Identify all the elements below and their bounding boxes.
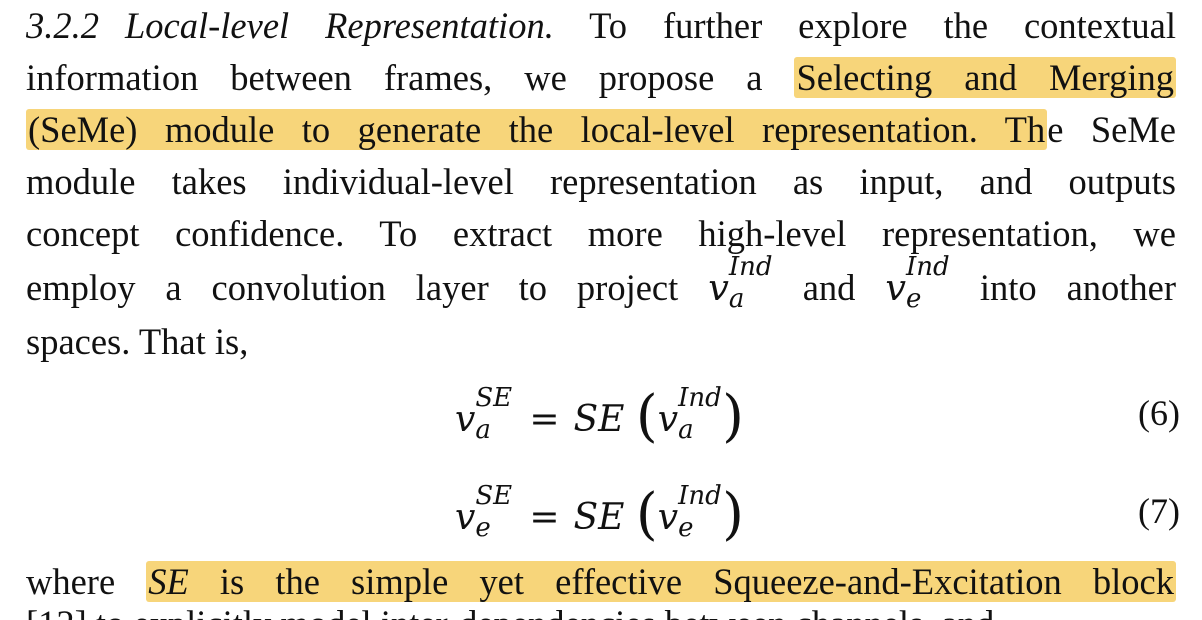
math-v-a-ind: v Ind a bbox=[708, 252, 773, 314]
para2-line1-pre: where bbox=[26, 561, 147, 602]
text-line-1: 3.2.2 Local-level Representation. To furt… bbox=[26, 0, 1176, 52]
highlight-span-1: Selecting and Merging bbox=[794, 57, 1176, 98]
para1-line4-text: module takes individual-level representa… bbox=[26, 161, 1176, 202]
text-line-6: employ a convolution layer to project vI… bbox=[26, 252, 1177, 314]
text-line-2: information between frames, we propose a… bbox=[26, 52, 1176, 104]
equation-6-body: v SE a = SE (v Ind a) bbox=[455, 383, 744, 449]
highlight-span-3: SE is the simple yet effective Squeeze-a… bbox=[146, 561, 1176, 602]
para2-line2-partial: [12] to explicitly model inter-dependenc… bbox=[26, 602, 1176, 620]
text-line-9-cutoff: [12] to explicitly model inter-dependenc… bbox=[26, 602, 1176, 620]
para1-line2-text: information between frames, we propose a bbox=[26, 57, 795, 98]
section-number: 3.2.2 bbox=[26, 5, 99, 46]
para1-line6-mid: and bbox=[772, 267, 886, 308]
equation-7-number: (7) bbox=[1138, 491, 1180, 531]
equation-7-body: v SE e = SE (v Ind e) bbox=[455, 481, 744, 547]
equation-7: v SE e = SE (v Ind e) (7) bbox=[0, 476, 1202, 547]
para1-line6-pre: employ a convolution layer to project bbox=[26, 267, 709, 308]
text-line-4: module takes individual-level representa… bbox=[26, 156, 1176, 208]
para1-line5-text: concept confidence. To extract more high… bbox=[26, 213, 1176, 254]
equation-6-number: (6) bbox=[1138, 393, 1180, 433]
text-line-5: concept confidence. To extract more high… bbox=[26, 208, 1176, 260]
text-line-7: spaces. That is, bbox=[26, 316, 248, 368]
paper-page: 3.2.2 Local-level Representation. To furt… bbox=[0, 0, 1202, 620]
math-v-e-ind: v Ind e bbox=[885, 252, 950, 314]
para1-line7-text: spaces. That is, bbox=[26, 321, 249, 362]
para1-line1-text: To further explore the contextual bbox=[589, 5, 1176, 46]
equation-6: v SE a = SE (v Ind a) (6) bbox=[0, 378, 1202, 449]
para1-line6-post: into another bbox=[949, 267, 1177, 308]
highlight-span-2: (SeMe) module to generate the local-leve… bbox=[26, 109, 1048, 150]
text-line-8: where SE is the simple yet effective Squ… bbox=[26, 556, 1176, 608]
text-line-3: (SeMe) module to generate the local-leve… bbox=[26, 104, 1176, 156]
para1-line3-text: e SeMe bbox=[1047, 109, 1177, 150]
section-title: Local-level Representation. bbox=[125, 5, 554, 46]
